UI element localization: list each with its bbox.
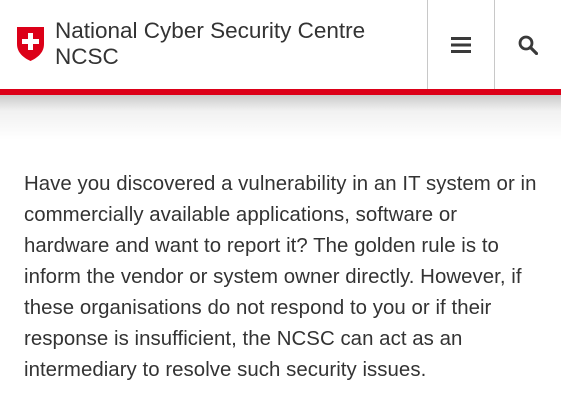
intro-paragraph: Have you discovered a vulnerability in a… — [24, 173, 537, 381]
page: National Cyber Security Centre NCSC Have… — [0, 0, 561, 410]
site-header: National Cyber Security Centre NCSC — [0, 0, 561, 89]
menu-button[interactable] — [427, 0, 494, 89]
site-title-line1: National Cyber Security Centre — [55, 18, 366, 43]
site-title: National Cyber Security Centre NCSC — [55, 18, 365, 70]
site-title-line2: NCSC — [55, 44, 119, 69]
site-brand-link[interactable]: National Cyber Security Centre NCSC — [0, 0, 427, 89]
search-button[interactable] — [494, 0, 561, 89]
search-icon — [518, 35, 538, 55]
swiss-cross-shield-icon — [17, 27, 44, 61]
hamburger-menu-icon — [451, 36, 471, 53]
header-shadow — [0, 95, 561, 140]
header-accent-bar — [0, 89, 561, 95]
